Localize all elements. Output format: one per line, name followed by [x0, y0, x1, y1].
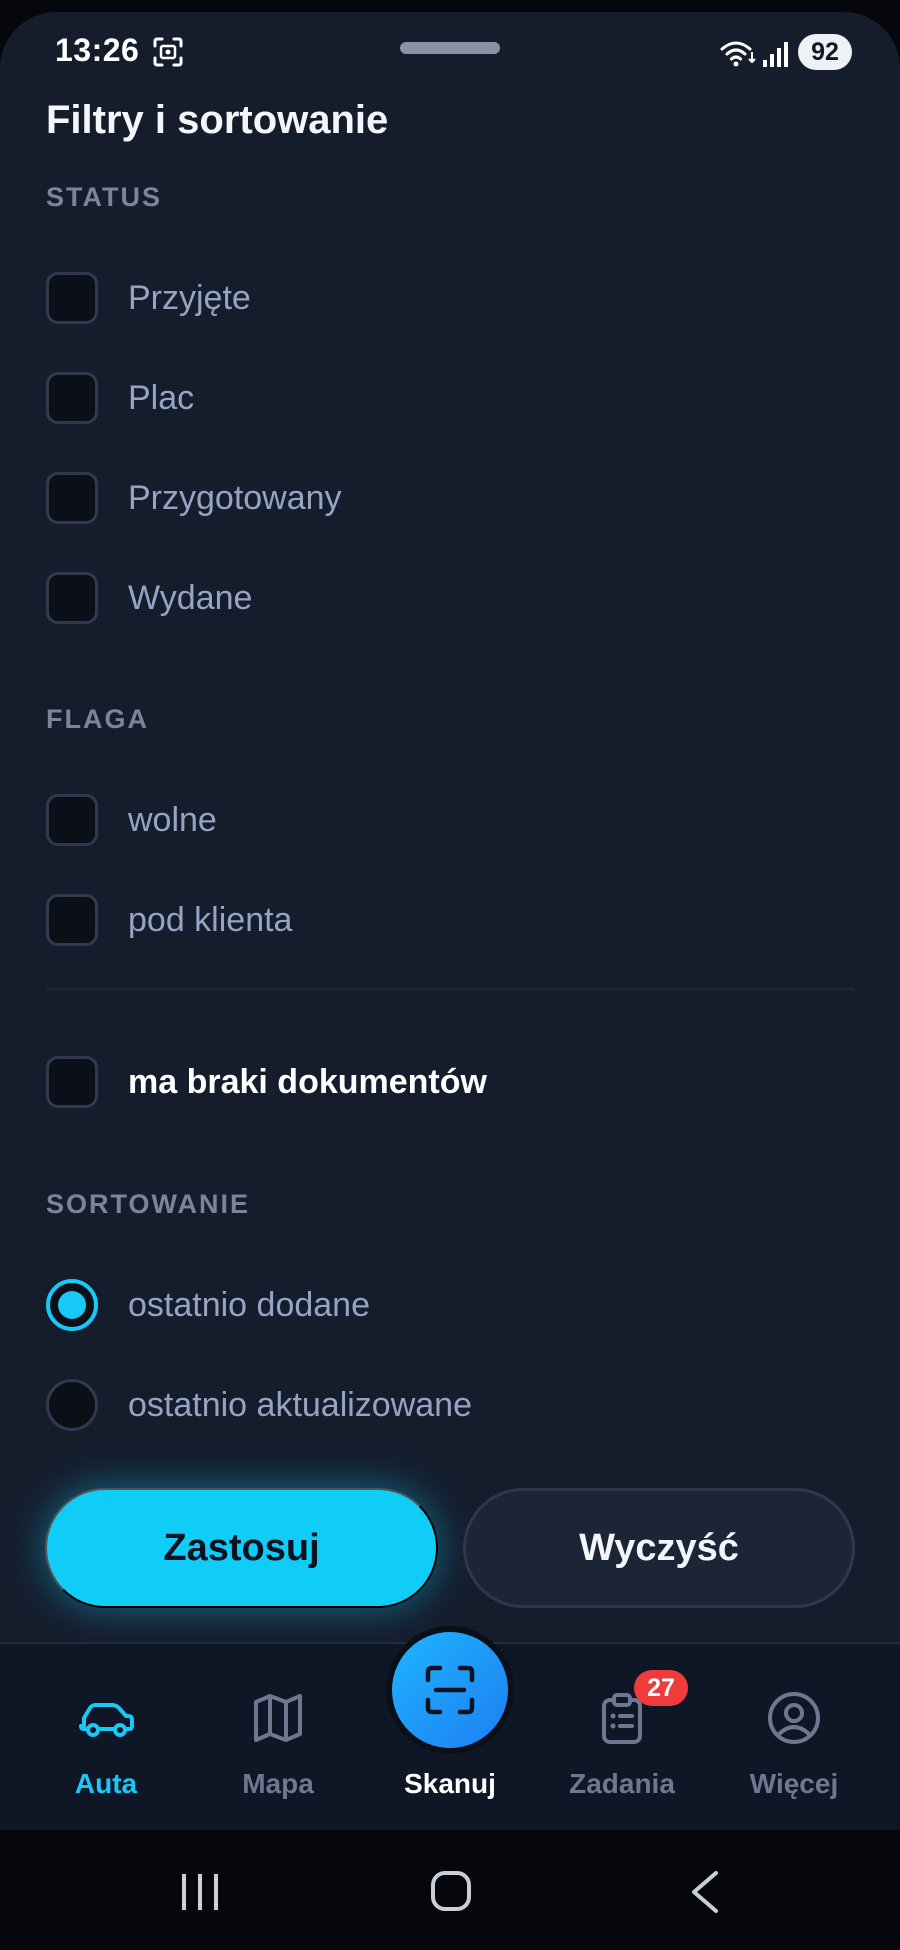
signal-icon [763, 42, 788, 67]
checkbox[interactable] [46, 894, 98, 946]
checkbox[interactable] [46, 1056, 98, 1108]
nav-label: Mapa [242, 1768, 314, 1799]
filter-sheet: 13:26 92 Filtry i sortowanie STATUS Przy… [0, 12, 900, 1830]
checkbox[interactable] [46, 572, 98, 624]
tasks-badge: 27 [634, 1670, 688, 1706]
home-icon[interactable] [430, 1870, 472, 1912]
clear-button[interactable]: Wyczyść [463, 1488, 855, 1608]
option-label: wolne [128, 800, 217, 839]
filter-option-missing-docs[interactable]: ma braki dokumentów [46, 1052, 487, 1112]
car-icon [79, 1703, 134, 1737]
status-time: 13:26 [55, 32, 140, 68]
section-label-sort: SORTOWANIE [46, 1189, 251, 1219]
option-label: Plac [128, 378, 195, 417]
apply-button[interactable]: Zastosuj [45, 1488, 438, 1608]
filter-option-przygotowany[interactable]: Przygotowany [46, 468, 342, 528]
wifi-icon [720, 41, 756, 67]
screenshot-icon [153, 37, 183, 67]
option-label: ostatnio dodane [128, 1285, 370, 1324]
section-label-flag: FLAGA [46, 704, 149, 734]
checkbox[interactable] [46, 372, 98, 424]
map-icon [254, 1694, 302, 1742]
nav-label: Więcej [749, 1768, 839, 1799]
option-label: Przygotowany [128, 478, 342, 517]
section-label-status: STATUS [46, 182, 162, 212]
checkbox[interactable] [46, 272, 98, 324]
nav-label: Zadania [569, 1768, 675, 1799]
nav-item-wiecej[interactable]: Więcej [714, 1644, 874, 1832]
nav-label: Auta [74, 1768, 138, 1799]
nav-item-zadania[interactable]: 27 Zadania [542, 1644, 702, 1832]
sort-option-recently-updated[interactable]: ostatnio aktualizowane [46, 1375, 472, 1435]
recent-apps-icon[interactable] [180, 1872, 220, 1912]
system-nav-bar [0, 1830, 900, 1950]
radio-button-selected[interactable] [46, 1279, 98, 1331]
filter-option-przyjete[interactable]: Przyjęte [46, 268, 251, 328]
back-icon[interactable] [688, 1870, 722, 1914]
sort-option-recently-added[interactable]: ostatnio dodane [46, 1275, 370, 1335]
sheet-handle[interactable] [400, 42, 500, 54]
option-label: ostatnio aktualizowane [128, 1385, 473, 1424]
nav-label: Skanuj [404, 1768, 496, 1799]
filter-option-wolne[interactable]: wolne [46, 790, 217, 850]
radio-button[interactable] [46, 1379, 98, 1431]
option-label: ma braki dokumentów [128, 1062, 487, 1101]
status-bar: 13:26 92 [0, 12, 900, 92]
battery-indicator: 92 [798, 34, 852, 70]
scan-button-inner [392, 1632, 508, 1748]
nav-item-auta[interactable]: Auta [26, 1644, 186, 1832]
nav-item-mapa[interactable]: Mapa [198, 1644, 358, 1832]
option-label: Wydane [128, 578, 253, 617]
filter-option-wydane[interactable]: Wydane [46, 568, 252, 628]
checkbox[interactable] [46, 472, 98, 524]
option-label: Przyjęte [128, 278, 251, 317]
filter-option-plac[interactable]: Plac [46, 368, 194, 428]
divider [46, 988, 854, 990]
page-title: Filtry i sortowanie [46, 98, 389, 142]
checkbox[interactable] [46, 794, 98, 846]
user-circle-icon [768, 1692, 820, 1744]
scan-icon [425, 1665, 475, 1715]
option-label: pod klienta [128, 900, 293, 939]
filter-option-pod-klienta[interactable]: pod klienta [46, 890, 292, 950]
scan-button[interactable] [386, 1626, 514, 1754]
